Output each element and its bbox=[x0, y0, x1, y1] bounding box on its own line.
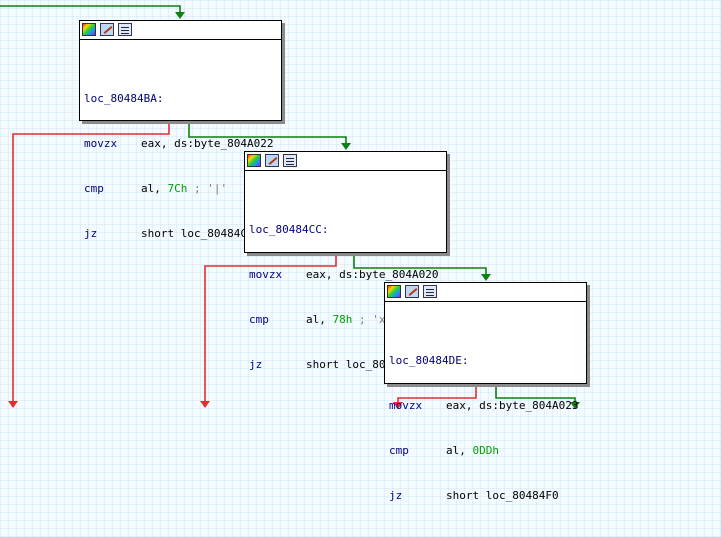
immediate-value: 78h bbox=[332, 313, 353, 326]
node-header-toolbar bbox=[245, 152, 446, 171]
mnemonic: movzx bbox=[389, 399, 423, 412]
color-palette-icon[interactable] bbox=[82, 23, 96, 36]
mnemonic: cmp bbox=[249, 313, 269, 326]
rename-pencil-icon[interactable] bbox=[265, 154, 279, 167]
operands: eax, ds:byte_804A022 bbox=[141, 137, 274, 150]
color-palette-icon[interactable] bbox=[387, 285, 401, 298]
instruction-line[interactable]: jz short loc_80484F0 bbox=[389, 488, 586, 503]
operands: short loc_80484CC bbox=[141, 227, 254, 240]
edge-arrowhead-true bbox=[341, 143, 351, 150]
block-label[interactable]: loc_80484CC: bbox=[249, 222, 446, 237]
mnemonic: jz bbox=[389, 489, 403, 502]
basic-block-node[interactable]: loc_80484DE: movzx eax, ds:byte_804A023 c… bbox=[384, 282, 587, 502]
instruction-line[interactable]: movzx eax, ds:byte_804A020 bbox=[249, 267, 446, 282]
operands: eax, ds:byte_804A023 bbox=[446, 399, 579, 412]
node-header-toolbar bbox=[385, 283, 586, 302]
operands: al, bbox=[306, 313, 333, 326]
edge-arrowhead-true bbox=[481, 274, 491, 281]
rename-pencil-icon[interactable] bbox=[405, 285, 419, 298]
edge-arrowhead-true bbox=[175, 12, 185, 19]
operands: al, bbox=[141, 182, 168, 195]
edge-arrowhead-false bbox=[8, 401, 18, 408]
mnemonic: jz bbox=[84, 227, 98, 240]
graph-view-icon[interactable] bbox=[423, 285, 437, 298]
instruction-line[interactable]: cmp al, 0DDh bbox=[389, 443, 586, 458]
color-palette-icon[interactable] bbox=[247, 154, 261, 167]
operands: al, bbox=[446, 444, 473, 457]
immediate-value: 7Ch bbox=[167, 182, 188, 195]
mnemonic: movzx bbox=[84, 137, 118, 150]
edge-true-into-node-1 bbox=[0, 5, 181, 14]
disassembly-listing[interactable]: loc_80484DE: movzx eax, ds:byte_804A023 c… bbox=[385, 302, 586, 537]
basic-block-node[interactable]: loc_80484CC: movzx eax, ds:byte_804A020 c… bbox=[244, 151, 447, 371]
mnemonic: movzx bbox=[249, 268, 283, 281]
instruction-line[interactable]: movzx eax, ds:byte_804A022 bbox=[84, 136, 281, 151]
operands: eax, ds:byte_804A020 bbox=[306, 268, 439, 281]
comment: ; '|' bbox=[187, 182, 228, 195]
operands: short loc_80484F0 bbox=[446, 489, 559, 502]
block-label[interactable]: loc_80484DE: bbox=[389, 353, 586, 368]
mnemonic: cmp bbox=[389, 444, 409, 457]
immediate-value: 0DDh bbox=[472, 444, 500, 457]
rename-pencil-icon[interactable] bbox=[100, 23, 114, 36]
graph-view-icon[interactable] bbox=[283, 154, 297, 167]
instruction-line[interactable]: movzx eax, ds:byte_804A023 bbox=[389, 398, 586, 413]
mnemonic: cmp bbox=[84, 182, 104, 195]
node-header-toolbar bbox=[80, 21, 281, 40]
block-label[interactable]: loc_80484BA: bbox=[84, 91, 281, 106]
basic-block-node[interactable]: loc_80484BA: movzx eax, ds:byte_804A022 c… bbox=[79, 20, 282, 240]
mnemonic: jz bbox=[249, 358, 263, 371]
edge-arrowhead-false bbox=[200, 401, 210, 408]
graph-view-icon[interactable] bbox=[118, 23, 132, 36]
